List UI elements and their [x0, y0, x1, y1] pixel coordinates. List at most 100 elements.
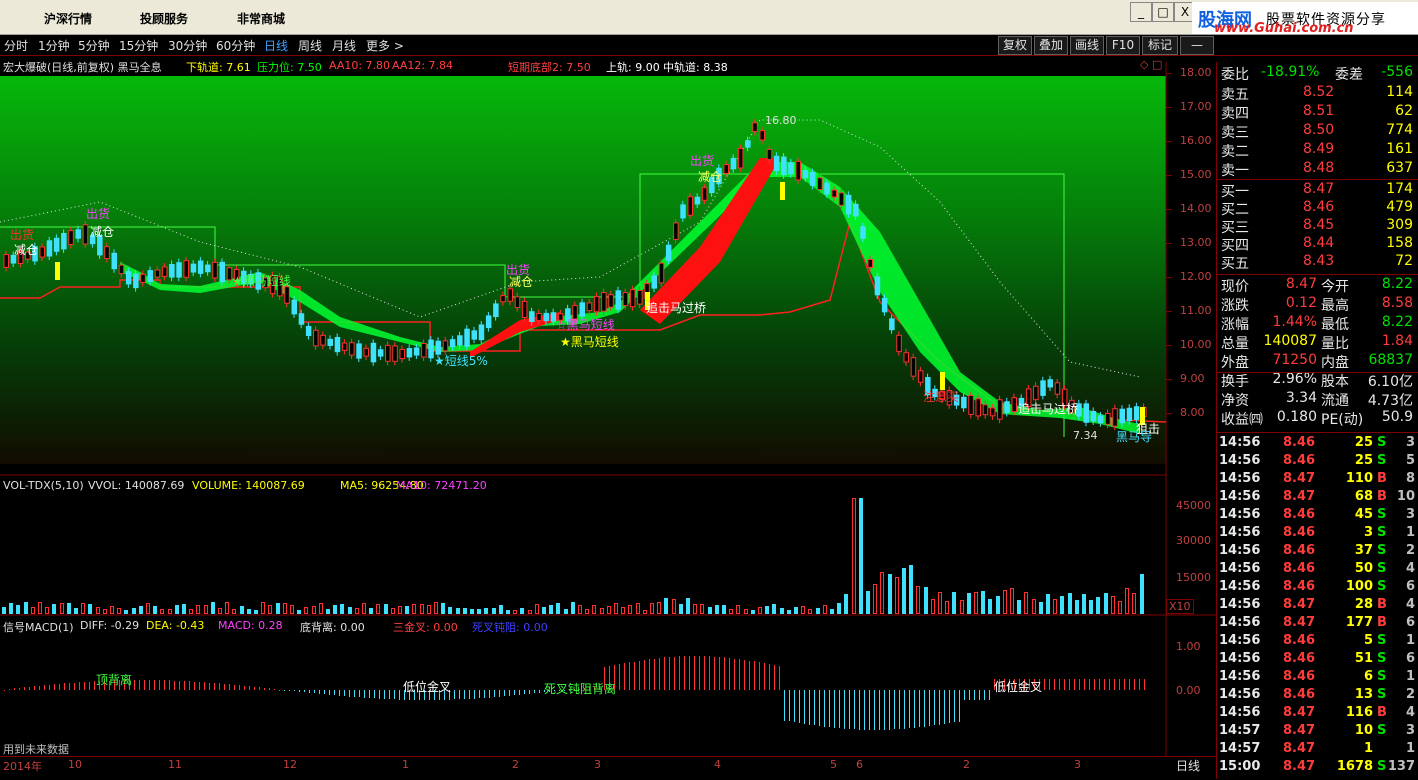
macd-bar: [1104, 679, 1105, 690]
period-tab-monthly[interactable]: 月线: [332, 37, 356, 54]
tick-volume: 3: [1364, 525, 1373, 540]
candle-body: [522, 301, 527, 317]
tick-row: 14:568.4768B10: [1217, 489, 1418, 507]
macd-bar: [1089, 679, 1090, 690]
menu-item-market[interactable]: 沪深行情: [44, 10, 92, 27]
tick-row: 14:568.4637S2: [1217, 543, 1418, 561]
volume-bar: [528, 610, 532, 614]
candle-body: [587, 303, 592, 311]
draw-button[interactable]: 画线: [1070, 36, 1104, 55]
macd-bar: [1079, 679, 1080, 690]
adjust-button[interactable]: 复权: [998, 36, 1032, 55]
volume-bar: [772, 604, 776, 614]
signal-label: 减仓: [509, 273, 533, 290]
menu-item-mall[interactable]: 非常商城: [237, 10, 285, 27]
macd-bar: [454, 690, 455, 699]
price-tick: 18.00: [1180, 66, 1212, 79]
macd-bar: [769, 664, 770, 690]
candle-body: [508, 289, 513, 301]
tick-count: 3: [1406, 507, 1415, 522]
stat-label: 换手: [1221, 371, 1249, 391]
volume-bar: [189, 609, 193, 614]
signal-label: ★黑马短线: [232, 272, 291, 289]
candle-body: [674, 223, 679, 240]
candle-body: [335, 337, 340, 351]
stat-value: 68837: [1368, 352, 1413, 368]
volume-bar: [672, 599, 676, 614]
candle-body: [1034, 386, 1039, 399]
maximize-button[interactable]: □: [1152, 2, 1174, 22]
period-tab-5min[interactable]: 5分钟: [78, 37, 110, 54]
tick-volume: 37: [1355, 543, 1373, 558]
volume-chart[interactable]: [0, 480, 1166, 614]
book-level-label: 买三: [1221, 217, 1249, 237]
period-tab-more[interactable]: 更多 >: [366, 37, 404, 54]
period-tab-daily[interactable]: 日线: [264, 37, 288, 54]
macd-bar: [1134, 679, 1135, 690]
candle-body: [882, 298, 887, 312]
tick-volume: 13: [1355, 687, 1373, 702]
volume-bar: [880, 572, 884, 614]
vol-tick: 30000: [1176, 534, 1211, 547]
volume-bar: [600, 608, 604, 614]
f10-button[interactable]: F10: [1106, 36, 1140, 55]
volume-bar: [873, 584, 877, 614]
tick-row: 14:568.4625S3: [1217, 435, 1418, 453]
macd-bar: [234, 685, 235, 690]
collapse-button[interactable]: —: [1180, 36, 1214, 55]
tick-price: 8.47: [1283, 741, 1315, 756]
date-mode-label[interactable]: 日线: [1176, 757, 1200, 774]
tick-price: 8.47: [1283, 759, 1315, 774]
menu-item-advisor[interactable]: 投顾服务: [140, 10, 188, 27]
tick-time: 14:56: [1219, 507, 1260, 522]
period-tab-1min[interactable]: 1分钟: [38, 37, 70, 54]
macd-bar: [89, 682, 90, 690]
macd-bar: [54, 684, 55, 690]
volume-bar: [391, 608, 395, 614]
candle-body: [328, 339, 333, 345]
candle-body: [659, 263, 664, 283]
candle-body: [1098, 416, 1103, 423]
minimize-button[interactable]: _: [1130, 2, 1152, 22]
period-tab-30min[interactable]: 30分钟: [168, 37, 207, 54]
volume-bar: [636, 603, 640, 614]
period-tab-15min[interactable]: 15分钟: [119, 37, 158, 54]
tick-row: 14:568.46100S6: [1217, 579, 1418, 597]
tick-side: S: [1377, 669, 1386, 684]
brand-logo: 股海网 股票软件资源分享 www.Guhai.com.cn: [1192, 2, 1418, 34]
period-tab-timeshare[interactable]: 分时: [4, 37, 28, 54]
volume-bar: [319, 603, 323, 614]
tick-volume: 6: [1364, 669, 1373, 684]
volume-bar: [240, 606, 244, 614]
tick-count: 6: [1406, 579, 1415, 594]
candle-body: [616, 291, 621, 309]
candle-body: [666, 245, 671, 260]
book-price: 8.52: [1303, 84, 1334, 100]
tick-time: 14:56: [1219, 633, 1260, 648]
candle-body: [983, 405, 988, 415]
tick-time: 14:57: [1219, 723, 1260, 738]
volume-bar: [103, 609, 107, 614]
tick-volume: 25: [1355, 453, 1373, 468]
book-level-label: 卖四: [1221, 103, 1249, 123]
tick-volume: 10: [1355, 723, 1373, 738]
book-level-label: 买二: [1221, 199, 1249, 219]
macd-bar: [904, 690, 905, 729]
period-tab-60min[interactable]: 60分钟: [216, 37, 255, 54]
order-book-row: 卖五8.52114: [1217, 84, 1418, 102]
tick-row: 14:578.4711: [1217, 741, 1418, 759]
tick-count: 4: [1406, 597, 1415, 612]
period-tab-weekly[interactable]: 周线: [298, 37, 322, 54]
candle-body: [4, 255, 9, 268]
mark-button[interactable]: 标记: [1142, 36, 1178, 55]
stat-value: 4.73亿: [1368, 390, 1413, 410]
macd-bar: [844, 690, 845, 729]
macd-bar: [94, 681, 95, 690]
volume-bar: [412, 604, 416, 614]
price-tick-mark: [1166, 141, 1172, 142]
volume-bar: [542, 607, 546, 614]
overlay-button[interactable]: 叠加: [1034, 36, 1068, 55]
macd-bar: [484, 690, 485, 698]
tick-price: 8.47: [1283, 489, 1315, 504]
volume-bar: [297, 610, 301, 615]
